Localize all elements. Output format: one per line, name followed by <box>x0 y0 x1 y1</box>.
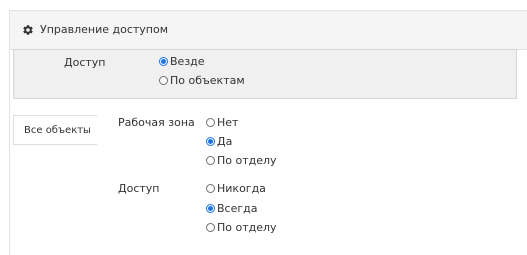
access-scope-label: Доступ <box>64 56 106 69</box>
radio-unchecked-icon[interactable] <box>206 184 215 193</box>
radio-unchecked-icon[interactable] <box>159 76 168 85</box>
access-scope-box: Доступ Везде По объектам <box>13 49 517 99</box>
radio-unchecked-icon[interactable] <box>206 118 215 127</box>
access-option-never[interactable]: Никогда <box>206 182 266 195</box>
workzone-option-no-label: Нет <box>217 116 239 129</box>
workzone-option-by-department-label: По отделу <box>217 154 277 167</box>
panel-title: Управление доступом <box>40 23 169 36</box>
panel-header: Управление доступом <box>10 11 527 50</box>
access-option-everywhere[interactable]: Везде <box>159 55 205 68</box>
radio-checked-icon[interactable] <box>206 204 215 213</box>
access-option-by-department[interactable]: По отделу <box>206 221 277 234</box>
access-option-everywhere-label: Везде <box>170 55 205 68</box>
radio-unchecked-icon[interactable] <box>206 223 215 232</box>
workzone-option-yes[interactable]: Да <box>206 135 232 148</box>
radio-checked-icon[interactable] <box>206 137 215 146</box>
workzone-option-no[interactable]: Нет <box>206 116 238 129</box>
tab-all-objects[interactable]: Все объекты <box>13 115 97 145</box>
workzone-option-yes-label: Да <box>217 135 233 148</box>
access-option-by-department-label: По отделу <box>217 221 277 234</box>
radio-unchecked-icon[interactable] <box>206 156 215 165</box>
workzone-option-by-department[interactable]: По отделу <box>206 154 277 167</box>
radio-checked-icon[interactable] <box>159 57 168 66</box>
access-option-always[interactable]: Всегда <box>206 202 258 215</box>
workzone-label: Рабочая зона <box>118 116 195 129</box>
tab-all-objects-label: Все объекты <box>24 124 91 136</box>
gear-icon <box>23 25 33 35</box>
access-option-by-objects[interactable]: По объектам <box>159 74 245 87</box>
access-level-label: Доступ <box>118 182 160 195</box>
access-option-by-objects-label: По объектам <box>170 74 245 87</box>
access-option-always-label: Всегда <box>217 202 258 215</box>
access-option-never-label: Никогда <box>217 182 266 195</box>
